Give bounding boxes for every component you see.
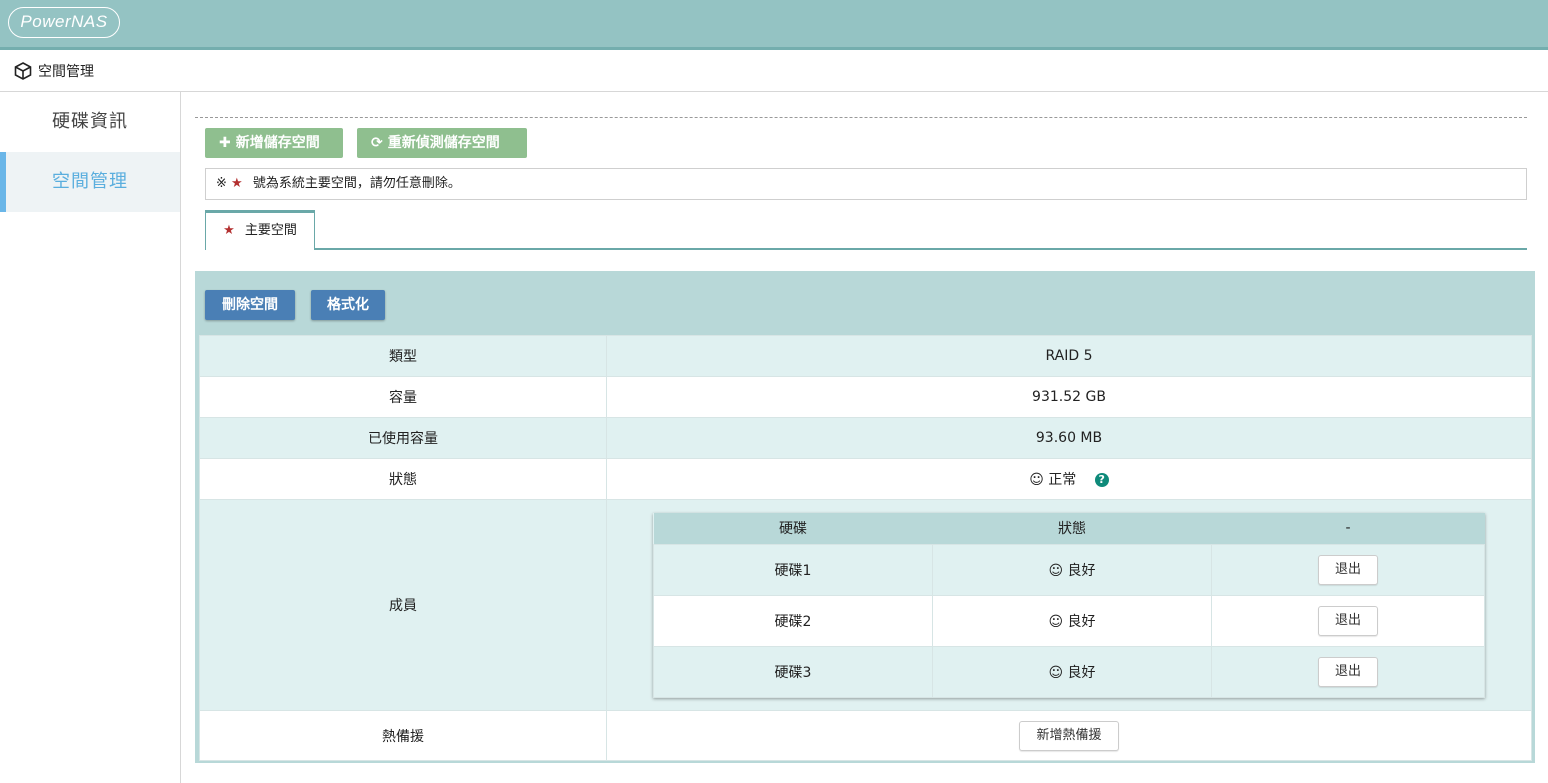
member-row: 硬碟2 ☺ 良好 退出 xyxy=(653,594,1485,647)
column-header-status: 狀態 xyxy=(932,512,1212,544)
tab-underline xyxy=(205,248,1527,250)
powernas-logo[interactable]: PowerNAS xyxy=(8,7,120,38)
member-action: 退出 xyxy=(1211,543,1485,596)
member-status: ☺ 良好 xyxy=(932,543,1212,596)
column-header-disk: 硬碟 xyxy=(653,512,933,544)
member-status: ☺ 良好 xyxy=(932,645,1212,698)
used-capacity-label: 已使用容量 xyxy=(199,417,607,459)
table-row: 熱備援 新增熱備援 xyxy=(199,710,1532,761)
table-row: 類型 RAID 5 xyxy=(199,335,1532,377)
eject-button[interactable]: 退出 xyxy=(1317,656,1378,687)
help-icon[interactable]: ? xyxy=(1094,473,1109,487)
space-info-table: 類型 RAID 5 容量 931.52 GB 已使用容量 93.60 MB 狀態… xyxy=(199,335,1532,761)
breadcrumb: 空間管理 xyxy=(0,50,1548,92)
notice-prefix: ※ xyxy=(216,176,227,191)
table-row: 已使用容量 93.60 MB xyxy=(199,417,1532,459)
smiley-icon: ☺ xyxy=(1048,562,1064,579)
member-action: 退出 xyxy=(1211,594,1485,647)
star-icon: ★ xyxy=(231,176,243,191)
delete-space-button[interactable]: 刪除空間 xyxy=(205,290,295,320)
eject-button[interactable]: 退出 xyxy=(1317,605,1378,636)
capacity-value: 931.52 GB xyxy=(606,376,1532,418)
notice-text: 號為系統主要空間，請勿任意刪除。 xyxy=(252,176,461,191)
members-cell: 硬碟 狀態 - 硬碟1 ☺ 良好 退出 硬碟2 ☺ 良好 退出 硬碟3 ☺ 良好… xyxy=(606,499,1532,711)
smiley-icon: ☺ xyxy=(1029,472,1044,488)
rescan-storage-button[interactable]: ⟳ 重新偵測儲存空間 xyxy=(357,128,527,158)
sidebar-item-space-management[interactable]: 空間管理 xyxy=(0,152,180,212)
breadcrumb-label: 空間管理 xyxy=(38,64,94,80)
column-header-action: - xyxy=(1211,512,1485,544)
members-label: 成員 xyxy=(199,499,607,711)
top-header: PowerNAS xyxy=(0,0,1548,50)
status-value-cell: ☺ 正常 ? xyxy=(606,458,1532,500)
space-panel: 刪除空間 格式化 類型 RAID 5 容量 931.52 GB 已使用容量 93… xyxy=(195,271,1535,763)
member-row: 硬碟3 ☺ 良好 退出 xyxy=(653,645,1485,698)
add-storage-button[interactable]: ✚ 新增儲存空間 xyxy=(205,128,343,158)
sidebar: 硬碟資訊 空間管理 xyxy=(0,92,181,783)
members-table: 硬碟 狀態 - 硬碟1 ☺ 良好 退出 硬碟2 ☺ 良好 退出 硬碟3 ☺ 良好… xyxy=(653,512,1485,698)
member-disk: 硬碟3 xyxy=(653,645,933,698)
member-action: 退出 xyxy=(1211,645,1485,698)
notice-box: ※ ★ 號為系統主要空間，請勿任意刪除。 xyxy=(205,168,1527,200)
used-capacity-value: 93.60 MB xyxy=(606,417,1532,459)
status-value: 正常 xyxy=(1048,472,1077,488)
refresh-icon: ⟳ xyxy=(371,135,383,151)
star-icon: ★ xyxy=(223,223,235,238)
member-row: 硬碟1 ☺ 良好 退出 xyxy=(653,543,1485,596)
format-button[interactable]: 格式化 xyxy=(311,290,385,320)
member-disk: 硬碟1 xyxy=(653,543,933,596)
sidebar-item-disk-info[interactable]: 硬碟資訊 xyxy=(0,92,180,152)
member-status: ☺ 良好 xyxy=(932,594,1212,647)
eject-button[interactable]: 退出 xyxy=(1317,554,1378,585)
add-hot-spare-button[interactable]: 新增熱備援 xyxy=(1019,720,1119,751)
plus-icon: ✚ xyxy=(219,135,231,151)
hot-spare-label: 熱備援 xyxy=(199,710,607,761)
status-label: 狀態 xyxy=(199,458,607,500)
smiley-icon: ☺ xyxy=(1048,664,1064,681)
members-header-row: 硬碟 狀態 - xyxy=(653,512,1485,544)
tab-primary-space[interactable]: ★ 主要空間 xyxy=(205,210,315,250)
member-disk: 硬碟2 xyxy=(653,594,933,647)
divider xyxy=(195,117,1527,118)
table-row: 容量 931.52 GB xyxy=(199,376,1532,418)
type-value: RAID 5 xyxy=(606,335,1532,377)
type-label: 類型 xyxy=(199,335,607,377)
smiley-icon: ☺ xyxy=(1048,613,1064,630)
table-row: 成員 硬碟 狀態 - 硬碟1 ☺ 良好 退出 硬碟2 ☺ 良好 退出 硬碟3 ☺… xyxy=(199,499,1532,711)
cube-icon xyxy=(14,62,32,80)
capacity-label: 容量 xyxy=(199,376,607,418)
table-row: 狀態 ☺ 正常 ? xyxy=(199,458,1532,500)
hot-spare-cell: 新增熱備援 xyxy=(606,710,1532,761)
